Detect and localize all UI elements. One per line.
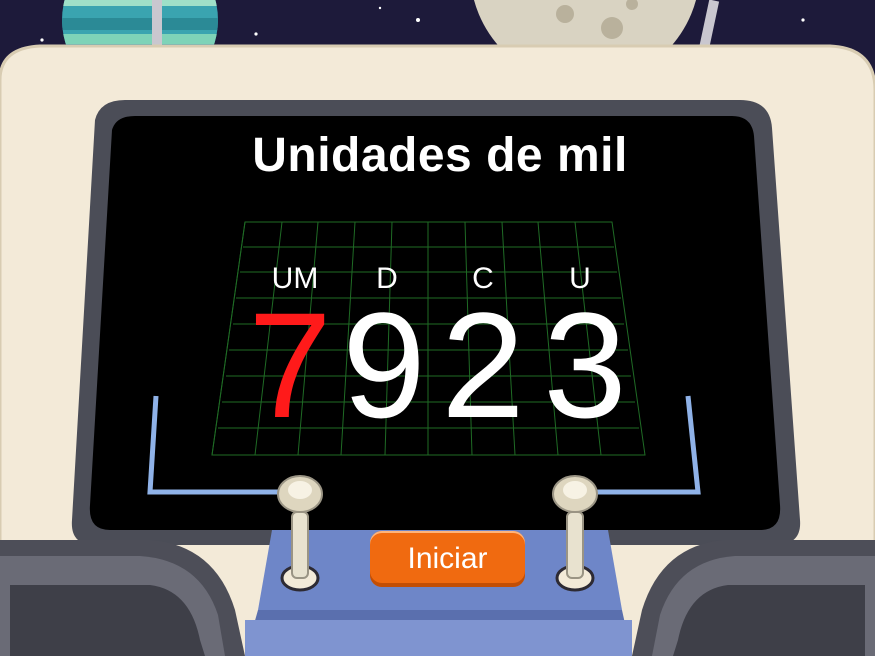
start-button[interactable]: Iniciar (370, 531, 525, 587)
digit-units: 3 (543, 281, 627, 449)
digit-thousands: 7 (248, 281, 332, 449)
digit-second: 9 (342, 281, 426, 449)
digit-third: 2 (441, 281, 525, 449)
screen-title: Unidades de mil (252, 129, 628, 182)
